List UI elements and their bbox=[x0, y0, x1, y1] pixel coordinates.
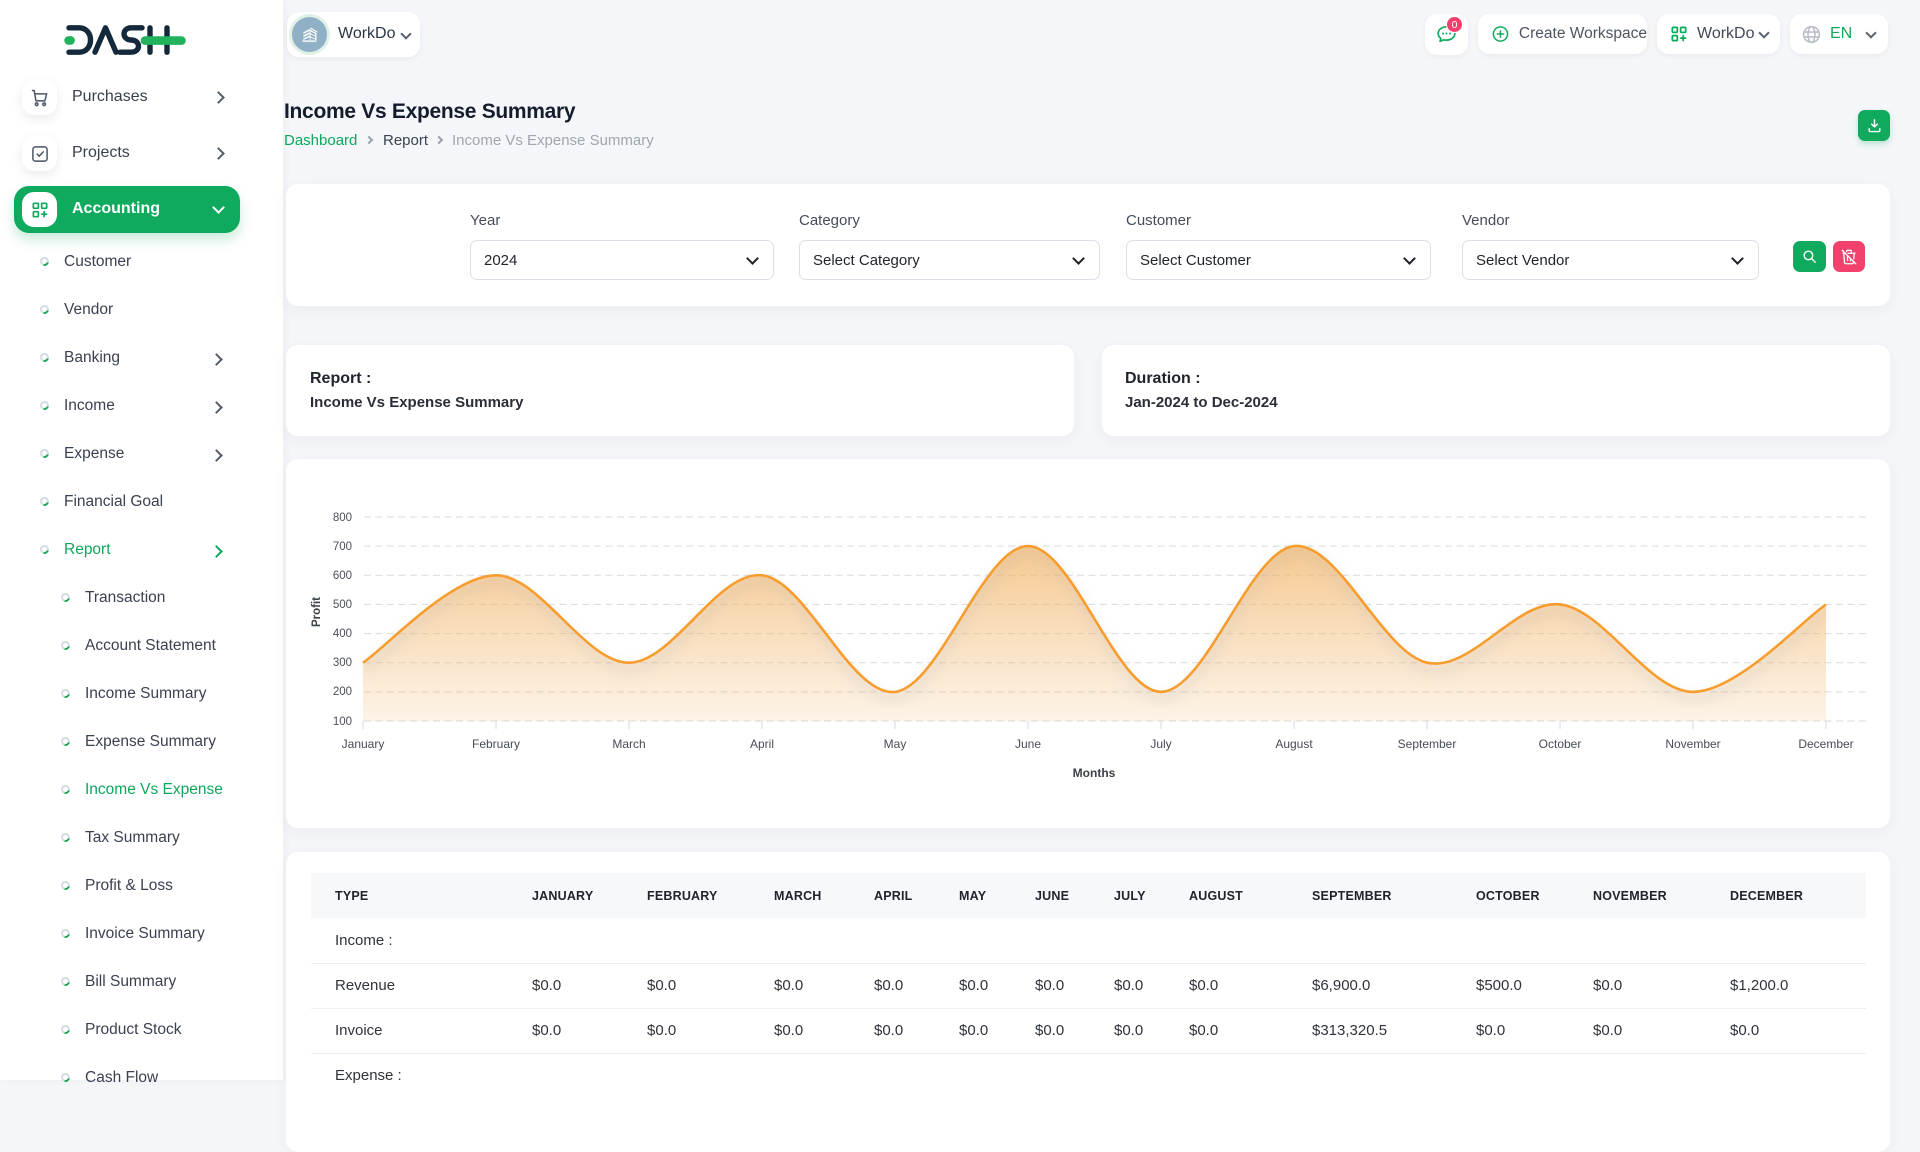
svg-text:November: November bbox=[1665, 737, 1720, 751]
svg-text:August: August bbox=[1275, 737, 1313, 751]
svg-text:February: February bbox=[472, 737, 520, 751]
svg-text:October: October bbox=[1539, 737, 1582, 751]
svg-text:June: June bbox=[1015, 737, 1041, 751]
svg-text:100: 100 bbox=[333, 716, 352, 728]
svg-text:September: September bbox=[1398, 737, 1457, 751]
svg-text:April: April bbox=[750, 737, 774, 751]
svg-text:800: 800 bbox=[333, 512, 352, 524]
svg-text:Profit: Profit bbox=[311, 597, 323, 627]
svg-text:May: May bbox=[884, 737, 907, 751]
svg-text:200: 200 bbox=[333, 686, 352, 698]
svg-text:300: 300 bbox=[333, 657, 352, 669]
svg-text:Months: Months bbox=[1073, 766, 1116, 780]
svg-text:700: 700 bbox=[333, 541, 352, 553]
svg-text:400: 400 bbox=[333, 628, 352, 640]
svg-text:600: 600 bbox=[333, 570, 352, 582]
svg-text:July: July bbox=[1150, 737, 1171, 751]
svg-text:500: 500 bbox=[333, 599, 352, 611]
svg-text:March: March bbox=[612, 737, 645, 751]
svg-text:January: January bbox=[342, 737, 385, 751]
svg-text:December: December bbox=[1798, 737, 1853, 751]
